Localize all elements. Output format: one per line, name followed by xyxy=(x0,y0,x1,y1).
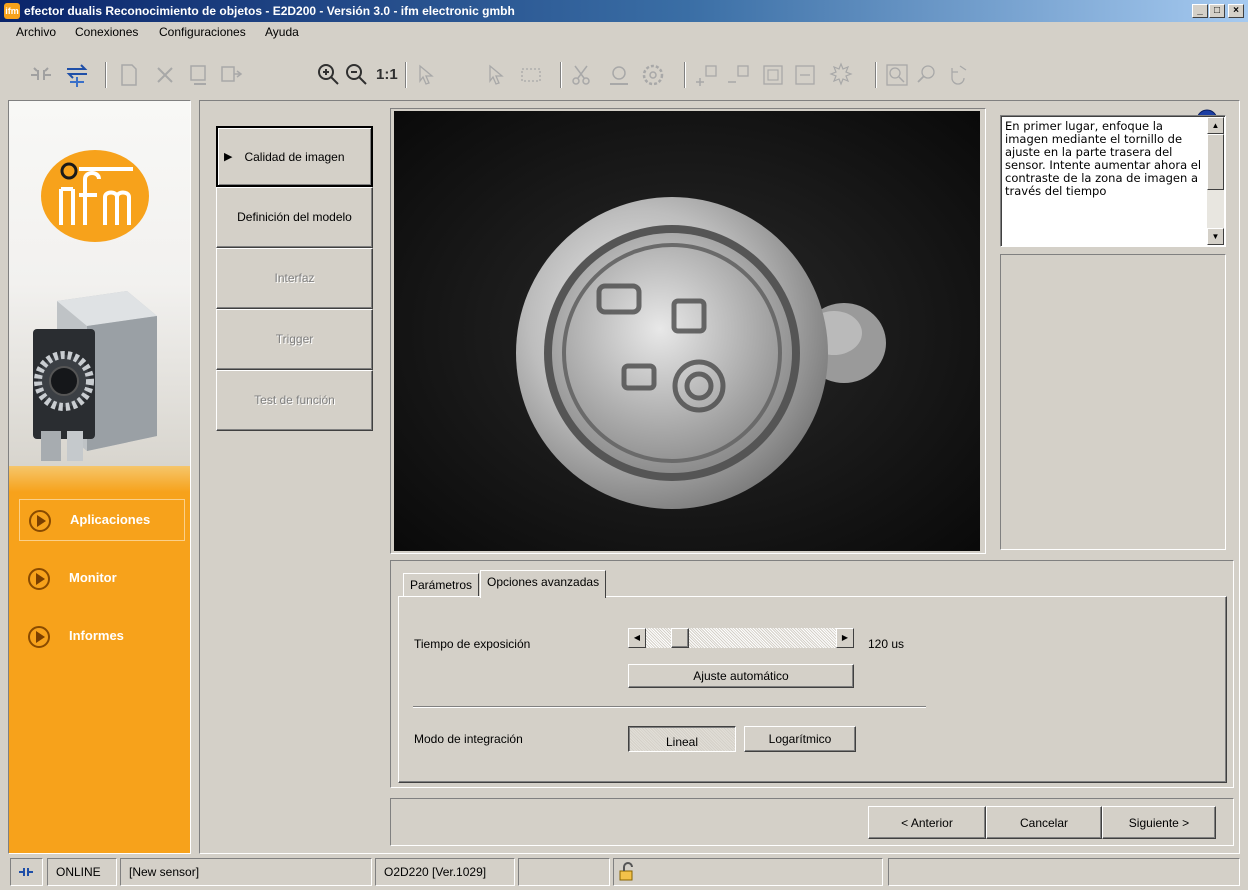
unlock-icon[interactable] xyxy=(618,862,636,882)
delete-icon[interactable] xyxy=(152,62,178,88)
slider-right-button[interactable]: ▶ xyxy=(836,628,854,648)
model-frame-icon[interactable] xyxy=(760,62,786,88)
remove-model-icon[interactable] xyxy=(726,62,752,88)
status-sensor-name: [New sensor] xyxy=(120,858,372,886)
minimize-button[interactable]: _ xyxy=(1192,4,1208,18)
zoom-in-icon[interactable] xyxy=(316,62,342,88)
integration-mode-label: Modo de integración xyxy=(414,732,523,746)
menu-bar: Archivo Conexiones Configuraciones Ayuda xyxy=(0,22,1248,42)
sidebar-divider xyxy=(9,466,190,492)
tab-opciones-avanzadas[interactable]: Opciones avanzadas xyxy=(480,570,607,598)
connect-icon[interactable] xyxy=(64,62,90,88)
tab-parametros[interactable]: Parámetros xyxy=(403,573,480,597)
anchor-icon[interactable] xyxy=(946,62,972,88)
sidebar-item-label: Monitor xyxy=(69,570,117,585)
zoom-one-to-one-button[interactable]: 1:1 xyxy=(376,66,398,83)
step-calidad-de-imagen[interactable]: ▶ Calidad de imagen xyxy=(216,126,373,187)
cancel-button[interactable]: Cancelar xyxy=(986,806,1102,839)
zoom-region-icon[interactable] xyxy=(884,62,910,88)
pointer-icon[interactable] xyxy=(414,62,440,88)
select-pointer-icon[interactable] xyxy=(484,62,510,88)
gear-icon[interactable] xyxy=(640,62,666,88)
slider-left-button[interactable]: ◀ xyxy=(628,628,646,648)
app-logo-icon: ifm xyxy=(4,3,20,19)
step-label: Calidad de imagen xyxy=(244,150,345,164)
save-model-icon[interactable] xyxy=(218,62,244,88)
camera-live-image[interactable] xyxy=(394,111,980,551)
sidebar-item-label: Informes xyxy=(69,628,124,643)
ifm-logo-icon: ifm xyxy=(41,150,149,242)
menu-conexiones[interactable]: Conexiones xyxy=(75,25,138,39)
step-interfaz: Interfaz xyxy=(216,248,373,309)
status-lock-cell xyxy=(613,858,883,886)
search-region-icon[interactable] xyxy=(914,62,940,88)
status-extra-cell xyxy=(888,858,1240,886)
toolbar-separator xyxy=(875,62,877,88)
exposure-slider-thumb[interactable] xyxy=(670,628,689,648)
menu-ayuda[interactable]: Ayuda xyxy=(265,25,299,39)
menu-configuraciones[interactable]: Configuraciones xyxy=(159,25,246,39)
exposure-slider[interactable] xyxy=(628,628,854,648)
step-label: Trigger xyxy=(275,332,314,346)
toolbar-separator xyxy=(405,62,407,88)
help-text-box[interactable]: En primer lugar, enfoque la imagen media… xyxy=(1000,115,1226,247)
model-frame-minus-icon[interactable] xyxy=(792,62,818,88)
model-burst-icon[interactable] xyxy=(828,62,854,88)
toolbar-separator xyxy=(684,62,686,88)
status-online: ONLINE xyxy=(47,858,117,886)
new-file-icon[interactable] xyxy=(116,62,142,88)
toolbar-separator xyxy=(560,62,562,88)
step-test-de-funcion: Test de función xyxy=(216,370,373,431)
exposure-label: Tiempo de exposición xyxy=(414,637,531,651)
toolbar-separator xyxy=(105,62,107,88)
sidebar-item-aplicaciones[interactable]: Aplicaciones xyxy=(19,499,185,541)
section-divider xyxy=(413,706,926,708)
scroll-up-button[interactable]: ▲ xyxy=(1207,117,1224,134)
step-label: Test de función xyxy=(254,393,335,407)
status-device: O2D220 [Ver.1029] xyxy=(375,858,515,886)
exposure-value: 120 us xyxy=(868,637,905,651)
rectangle-select-icon[interactable] xyxy=(518,62,544,88)
status-empty-cell xyxy=(518,858,610,886)
menu-archivo[interactable]: Archivo xyxy=(16,25,56,39)
window-title: efector dualis Reconocimiento de objetos… xyxy=(24,4,515,18)
add-model-icon[interactable] xyxy=(694,62,720,88)
tab-content xyxy=(398,596,1227,783)
auto-adjust-button[interactable]: Ajuste automático xyxy=(628,664,854,688)
settings-tool-icon[interactable] xyxy=(606,62,632,88)
toolbar: 1:1 xyxy=(0,42,1248,131)
scroll-down-button[interactable]: ▼ xyxy=(1207,228,1224,245)
sidebar-item-label: Aplicaciones xyxy=(70,512,151,527)
svg-text:ifm: ifm xyxy=(95,240,97,242)
previous-button[interactable]: < Anterior xyxy=(868,806,986,839)
step-label: Definición del modelo xyxy=(237,210,352,224)
integration-logaritmico-button[interactable]: Logarítmico xyxy=(744,726,856,752)
play-circle-icon xyxy=(28,568,50,590)
cut-icon[interactable] xyxy=(568,62,594,88)
play-circle-icon xyxy=(28,626,50,648)
step-definicion-del-modelo[interactable]: Definición del modelo xyxy=(216,187,373,248)
sidebar-item-informes[interactable]: Informes xyxy=(19,616,185,658)
status-connection-cell xyxy=(10,858,43,886)
title-bar: ifm efector dualis Reconocimiento de obj… xyxy=(0,0,1248,22)
info-panel xyxy=(1000,254,1226,550)
help-text: En primer lugar, enfoque la imagen media… xyxy=(1005,119,1202,198)
integration-lineal-button[interactable]: Lineal xyxy=(628,726,736,752)
sidebar-item-monitor[interactable]: Monitor xyxy=(19,558,185,600)
disconnect-icon[interactable] xyxy=(28,62,54,88)
scroll-thumb[interactable] xyxy=(1207,134,1224,190)
play-circle-icon xyxy=(29,510,51,532)
step-trigger: Trigger xyxy=(216,309,373,370)
step-marker-icon: ▶ xyxy=(224,151,233,163)
load-model-icon[interactable] xyxy=(186,62,212,88)
close-button[interactable]: × xyxy=(1228,4,1244,18)
network-plug-icon xyxy=(19,868,33,876)
maximize-button[interactable]: □ xyxy=(1209,4,1225,18)
sidebar: ifm Aplicaciones Monitor Informes xyxy=(8,100,191,854)
sensor-camera-image xyxy=(33,291,157,461)
help-scrollbar[interactable]: ▲ ▼ xyxy=(1207,117,1224,245)
zoom-out-icon[interactable] xyxy=(344,62,370,88)
step-label: Interfaz xyxy=(274,271,315,285)
next-button[interactable]: Siguiente > xyxy=(1102,806,1216,839)
